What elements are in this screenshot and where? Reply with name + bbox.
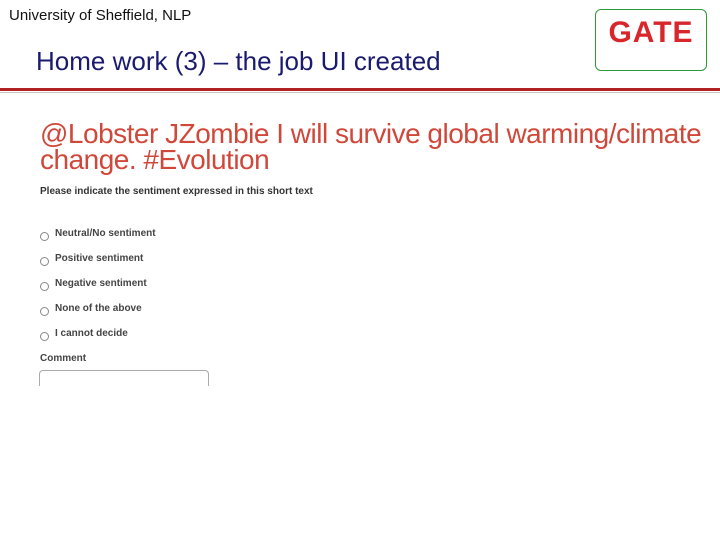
question-label: Please indicate the sentiment expressed … xyxy=(40,186,313,197)
gate-logo-text: GATE xyxy=(608,16,694,49)
option-negative[interactable]: Negative sentiment xyxy=(40,276,147,291)
comment-label: Comment xyxy=(40,353,87,364)
option-label: Neutral/No sentiment xyxy=(55,228,156,239)
gate-logo: GATE xyxy=(595,9,707,71)
tweet-line-2: change. #Evolution xyxy=(40,144,270,175)
option-none[interactable]: None of the above xyxy=(40,301,142,316)
radio-icon[interactable] xyxy=(40,257,49,266)
radio-icon[interactable] xyxy=(40,307,49,316)
option-label: Positive sentiment xyxy=(55,253,144,264)
slide-title: Home work (3) – the job UI created xyxy=(36,46,441,76)
radio-icon[interactable] xyxy=(40,232,49,241)
radio-icon[interactable] xyxy=(40,332,49,341)
header-divider-red xyxy=(0,88,720,91)
option-label: I cannot decide xyxy=(55,328,128,339)
option-neutral[interactable]: Neutral/No sentiment xyxy=(40,226,156,241)
header-divider-gray xyxy=(0,92,720,93)
comment-input[interactable] xyxy=(39,370,209,386)
option-label: Negative sentiment xyxy=(55,278,147,289)
option-positive[interactable]: Positive sentiment xyxy=(40,251,143,266)
option-cannot-decide[interactable]: I cannot decide xyxy=(40,326,128,341)
job-ui-screenshot: @Lobster JZombie I will survive global w… xyxy=(36,103,708,393)
radio-icon[interactable] xyxy=(40,282,49,291)
tweet-text: @Lobster JZombie I will survive global w… xyxy=(40,120,708,175)
option-label: None of the above xyxy=(55,303,142,314)
affiliation-label: University of Sheffield, NLP xyxy=(9,7,192,24)
